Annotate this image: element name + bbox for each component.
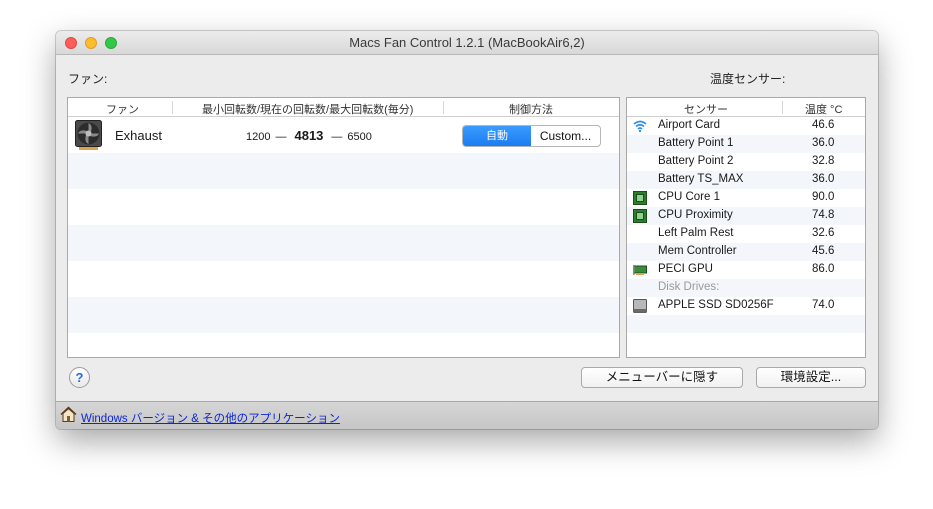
sensor-name: APPLE SSD SD0256F xyxy=(658,299,774,311)
sensor-group-label: Disk Drives: xyxy=(658,281,720,293)
fan-icon xyxy=(75,120,102,150)
fan-min-rpm: 1200 xyxy=(246,131,271,143)
sensor-name: Mem Controller xyxy=(658,245,737,257)
fan-current-rpm: 4813 xyxy=(294,128,324,143)
fan-name: Exhaust xyxy=(115,128,162,143)
column-temperature[interactable]: 温度 °C xyxy=(805,101,842,117)
column-fan[interactable]: ファン xyxy=(106,101,139,117)
cpu-chip-icon xyxy=(633,191,647,205)
speed-separator: — xyxy=(331,131,343,143)
window-title: Macs Fan Control 1.2.1 (MacBookAir6,2) xyxy=(349,35,585,50)
fan-max-rpm: 6500 xyxy=(347,131,372,143)
sensor-row[interactable]: Left Palm Rest 32.6 xyxy=(627,225,865,243)
hide-to-menu-bar-button[interactable]: メニューバーに隠す xyxy=(581,367,743,388)
sensor-name: Battery TS_MAX xyxy=(658,173,744,185)
sensor-name: Airport Card xyxy=(658,119,720,131)
sensor-value: 86.0 xyxy=(812,263,835,275)
sensor-value: 32.8 xyxy=(812,155,835,167)
zoom-window-button[interactable] xyxy=(105,37,117,49)
sensor-table-header: センサー 温度 °C xyxy=(627,98,865,117)
sensor-value: 46.6 xyxy=(812,119,835,131)
app-window: Macs Fan Control 1.2.1 (MacBookAir6,2) フ… xyxy=(56,31,878,429)
fan-table: ファン 最小回転数/現在の回転数/最大回転数(毎分) 制御方法 Exhaust … xyxy=(67,97,620,358)
home-icon xyxy=(60,406,77,422)
fan-row-exhaust[interactable]: Exhaust 1200 — 4813 — 6500 自動 Custom... xyxy=(68,117,619,153)
sensor-name: PECI GPU xyxy=(658,263,713,275)
help-button[interactable]: ? xyxy=(69,367,90,388)
custom-control-button[interactable]: Custom... xyxy=(531,126,600,146)
cpu-chip-icon xyxy=(633,209,647,223)
sensor-name: Battery Point 1 xyxy=(658,137,734,149)
windows-version-link[interactable]: Windows バージョン & その他のアプリケーション xyxy=(81,410,340,426)
sensor-value: 36.0 xyxy=(812,173,835,185)
sensor-value: 36.0 xyxy=(812,137,835,149)
sensor-table: センサー 温度 °C Airport Card 46.6 Battery Poi… xyxy=(626,97,866,358)
sensor-row[interactable]: PECI GPU 86.0 xyxy=(627,261,865,279)
sensor-row[interactable]: CPU Proximity 74.8 xyxy=(627,207,865,225)
sensor-row[interactable]: Battery Point 2 32.8 xyxy=(627,153,865,171)
sensor-group-row: Disk Drives: xyxy=(627,279,865,297)
fan-speed: 1200 — 4813 — 6500 xyxy=(246,128,372,143)
sensor-name: CPU Core 1 xyxy=(658,191,720,203)
sensor-value: 32.6 xyxy=(812,227,835,239)
sensor-table-rows: Airport Card 46.6 Battery Point 1 36.0 B… xyxy=(627,117,865,357)
sensor-row[interactable]: Airport Card 46.6 xyxy=(627,117,865,135)
fan-control-segmented: 自動 Custom... xyxy=(462,125,601,147)
fan-table-rows xyxy=(68,117,619,357)
speed-separator: — xyxy=(275,131,287,143)
sensor-name: Battery Point 2 xyxy=(658,155,734,167)
column-sensor[interactable]: センサー xyxy=(684,101,728,117)
sensor-row[interactable]: APPLE SSD SD0256F 74.0 xyxy=(627,297,865,315)
close-window-button[interactable] xyxy=(65,37,77,49)
footer-bar: Windows バージョン & その他のアプリケーション xyxy=(56,401,878,429)
sensor-value: 74.0 xyxy=(812,299,835,311)
minimize-window-button[interactable] xyxy=(85,37,97,49)
sensor-row[interactable]: Mem Controller 45.6 xyxy=(627,243,865,261)
sensor-row[interactable]: Battery Point 1 36.0 xyxy=(627,135,865,153)
title-bar[interactable]: Macs Fan Control 1.2.1 (MacBookAir6,2) xyxy=(56,31,878,55)
sensor-value: 45.6 xyxy=(812,245,835,257)
sensor-name: CPU Proximity xyxy=(658,209,733,221)
sensor-row[interactable]: Battery TS_MAX 36.0 xyxy=(627,171,865,189)
sensor-name: Left Palm Rest xyxy=(658,227,734,239)
sensor-value: 90.0 xyxy=(812,191,835,203)
fans-section-label: ファン: xyxy=(68,72,108,86)
sensor-row[interactable]: CPU Core 1 90.0 xyxy=(627,189,865,207)
column-rpm[interactable]: 最小回転数/現在の回転数/最大回転数(毎分) xyxy=(202,101,413,117)
preferences-button[interactable]: 環境設定... xyxy=(756,367,866,388)
sensor-value: 74.8 xyxy=(812,209,835,221)
gpu-card-icon xyxy=(633,265,647,275)
disk-drive-icon xyxy=(633,299,647,313)
wifi-icon xyxy=(633,120,647,133)
temperature-section-label: 温度センサー: xyxy=(710,72,786,86)
auto-control-button[interactable]: 自動 xyxy=(463,126,531,146)
column-control[interactable]: 制御方法 xyxy=(509,101,553,117)
fan-table-header: ファン 最小回転数/現在の回転数/最大回転数(毎分) 制御方法 xyxy=(68,98,619,117)
